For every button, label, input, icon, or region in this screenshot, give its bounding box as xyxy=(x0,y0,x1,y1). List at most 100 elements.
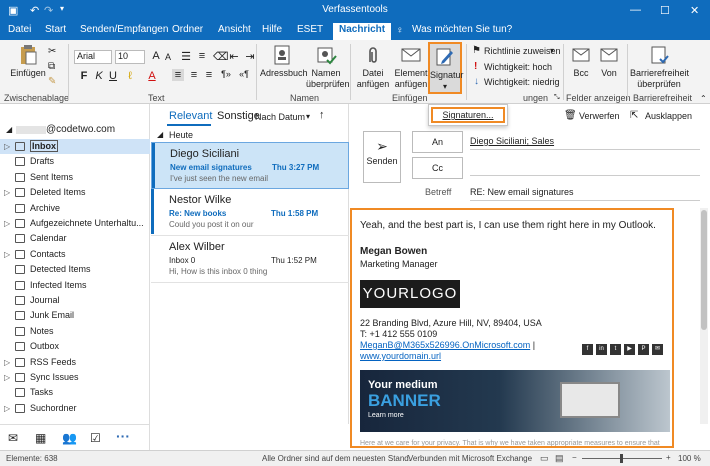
expand-icon[interactable]: ▷ xyxy=(4,247,10,262)
cc-field[interactable] xyxy=(470,162,700,176)
collapse-ribbon-icon[interactable]: ⌃ xyxy=(700,94,707,103)
grow-font-icon[interactable]: A xyxy=(150,50,162,62)
expand-icon[interactable]: ▷ xyxy=(4,355,10,370)
folder-item[interactable]: Notes xyxy=(0,324,150,339)
bcc-button[interactable]: Bcc xyxy=(568,44,594,79)
folder-item[interactable]: Infected Items xyxy=(0,278,150,293)
italic-icon[interactable]: K xyxy=(93,70,105,82)
message-item[interactable]: Diego Siciliani New email signatures Thu 3… xyxy=(151,142,349,189)
people-icon[interactable]: 👥 xyxy=(62,431,77,445)
tasks-icon[interactable]: ☑ xyxy=(90,431,101,445)
signature-button[interactable]: Signatur ▾ xyxy=(428,42,464,94)
folder-item[interactable]: Tasks xyxy=(0,385,150,400)
folder-item[interactable]: Drafts xyxy=(0,154,150,169)
cc-button[interactable]: Cc xyxy=(412,157,463,179)
tab-nachricht[interactable]: Nachricht xyxy=(333,23,392,40)
folder-item[interactable]: ▷ RSS Feeds xyxy=(0,355,150,370)
bullets-icon[interactable]: ☰ xyxy=(180,50,192,63)
check-names-button[interactable]: Namen überprüfen xyxy=(306,44,350,90)
from-button[interactable]: Von xyxy=(597,44,621,79)
tell-me-search[interactable]: Was möchten Sie tun? xyxy=(412,24,512,35)
font-select[interactable]: Arial xyxy=(74,50,112,64)
tab-send-receive[interactable]: Senden/Empfangen xyxy=(80,24,168,35)
folder-item[interactable]: Archive xyxy=(0,201,150,216)
attach-file-button[interactable]: Datei anfügen xyxy=(354,44,392,90)
expand-icon[interactable]: ▷ xyxy=(4,370,10,385)
scrollbar[interactable] xyxy=(700,208,708,424)
expand-icon[interactable]: ▷ xyxy=(4,401,10,416)
ltr-icon[interactable]: ¶» xyxy=(220,69,232,79)
tab-eset[interactable]: ESET xyxy=(297,24,323,35)
folder-item[interactable]: Journal xyxy=(0,293,150,308)
policy-dropdown-icon[interactable]: ▾ xyxy=(550,46,554,55)
close-icon[interactable]: ✕ xyxy=(690,4,699,17)
social-icon[interactable]: ▶ xyxy=(624,344,635,355)
mail-icon[interactable]: ✉ xyxy=(8,431,18,445)
zoom-in-icon[interactable]: + xyxy=(666,453,671,462)
tab-datei[interactable]: Datei xyxy=(8,24,31,35)
tab-hilfe[interactable]: Hilfe xyxy=(262,24,282,35)
cut-icon[interactable]: ✂ xyxy=(48,46,56,57)
addressbook-button[interactable]: Adressbuch xyxy=(260,44,308,79)
social-icon[interactable]: t xyxy=(610,344,621,355)
font-color-icon[interactable]: A xyxy=(146,70,158,82)
minimize-icon[interactable]: — xyxy=(630,4,641,16)
folder-item[interactable]: ▷ Suchordner xyxy=(0,401,150,416)
numbering-icon[interactable]: ≡ xyxy=(196,50,208,62)
message-body[interactable]: Yeah, and the best part is, I can use th… xyxy=(350,208,674,448)
to-field[interactable]: Diego Siciliani; Sales xyxy=(470,136,700,150)
signature-email[interactable]: MeganB@M365x526996.OnMicrosoft.com xyxy=(360,340,530,350)
more-icon[interactable]: ··· xyxy=(116,428,130,444)
social-icon[interactable]: in xyxy=(596,344,607,355)
message-item[interactable]: Alex Wilber Inbox 0 Thu 1:52 PM Hi, How is … xyxy=(151,236,349,283)
tab-sonstige[interactable]: Sonstige xyxy=(217,110,260,122)
signatures-menu-item[interactable]: Signaturen... xyxy=(431,107,505,123)
format-painter-icon[interactable]: ✎ xyxy=(48,76,56,87)
bold-icon[interactable]: F xyxy=(78,70,90,82)
folder-item[interactable]: Detected Items xyxy=(0,262,150,277)
expand-icon[interactable]: ▷ xyxy=(4,185,10,200)
indent-icon[interactable]: ⇥ xyxy=(244,50,256,63)
banner-cta[interactable]: Learn more xyxy=(368,412,404,419)
tab-relevant[interactable]: Relevant xyxy=(169,110,212,122)
send-button[interactable]: ➢ Senden xyxy=(363,131,401,183)
message-item[interactable]: Nestor Wilke Re: New books Thu 1:58 PM Coul… xyxy=(151,189,349,236)
folder-item[interactable]: ▷ Sync Issues xyxy=(0,370,150,385)
subject-field[interactable]: RE: New email signatures xyxy=(470,187,700,201)
sort-direction-icon[interactable]: ↑ xyxy=(319,109,325,121)
group-collapse-icon[interactable]: ◢ xyxy=(157,130,163,139)
paste-button[interactable]: Einfügen xyxy=(10,44,46,79)
social-icon[interactable]: ✉ xyxy=(652,344,663,355)
highlight-icon[interactable]: ℓ xyxy=(124,70,136,82)
zoom-level[interactable]: 100 % xyxy=(678,454,701,463)
marketing-banner[interactable]: Your medium BANNER Learn more xyxy=(360,370,670,432)
maximize-icon[interactable]: ☐ xyxy=(660,4,670,17)
folder-item[interactable]: Calendar xyxy=(0,231,150,246)
tab-start[interactable]: Start xyxy=(45,24,66,35)
zoom-out-icon[interactable]: − xyxy=(572,453,577,462)
folder-item[interactable]: Sent Items xyxy=(0,170,150,185)
clear-format-icon[interactable]: ⌫ xyxy=(213,50,229,63)
folder-item[interactable]: ▷ Inbox xyxy=(0,139,150,154)
expand-icon[interactable]: ▷ xyxy=(4,139,10,154)
align-left-icon[interactable]: ≡ xyxy=(172,69,184,81)
to-button[interactable]: An xyxy=(412,131,463,153)
align-right-icon[interactable]: ≡ xyxy=(203,69,215,81)
discard-button[interactable]: Verwerfen xyxy=(579,111,620,121)
shrink-font-icon[interactable]: A xyxy=(162,52,174,62)
normal-view-icon[interactable]: ▭ xyxy=(540,453,549,464)
rtl-icon[interactable]: «¶ xyxy=(238,69,250,79)
dialog-launcher-icon[interactable]: ⤡ xyxy=(554,94,560,102)
social-icon[interactable]: P xyxy=(638,344,649,355)
scrollbar-thumb[interactable] xyxy=(701,210,707,330)
folder-item[interactable]: Junk Email xyxy=(0,308,150,323)
accessibility-button[interactable]: Barrierefreiheit überprüfen xyxy=(630,44,689,90)
tab-ordner[interactable]: Ordner xyxy=(172,24,203,35)
tab-ansicht[interactable]: Ansicht xyxy=(218,24,251,35)
folder-item[interactable]: ▷ Aufgezeichnete Unterhaltu... xyxy=(0,216,150,231)
outdent-icon[interactable]: ⇤ xyxy=(228,50,240,63)
reading-view-icon[interactable]: ▤ xyxy=(555,453,564,464)
calendar-icon[interactable]: ▦ xyxy=(35,431,46,445)
sort-dropdown-icon[interactable]: ▾ xyxy=(306,112,310,121)
signature-website[interactable]: www.yourdomain.url xyxy=(360,351,441,361)
